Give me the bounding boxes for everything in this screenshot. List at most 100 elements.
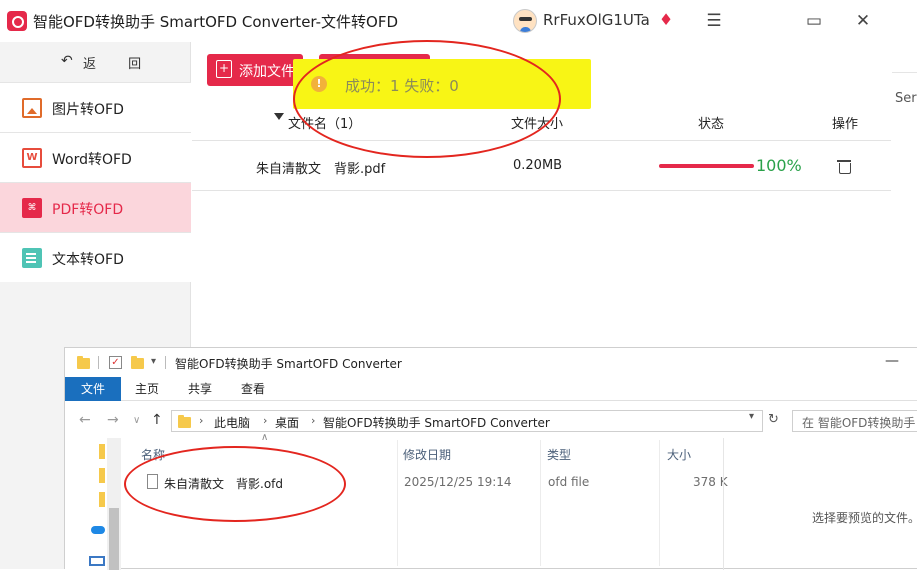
up-arrow-icon[interactable]: ↑ xyxy=(151,412,163,428)
sidebar-item-label: Word转OFD xyxy=(52,152,132,168)
explorer-ribbon: 文件 主页 共享 查看 xyxy=(65,377,917,401)
col-size-label: 大小 xyxy=(667,448,692,462)
file-name: 朱自清散文 背影.ofd xyxy=(164,477,283,491)
sidebar-item-word-to-ofd[interactable]: W Word转OFD xyxy=(0,132,191,182)
explorer-title-bar: ✓ ▾ 智能OFD转换助手 SmartOFD Converter — xyxy=(65,348,917,376)
chevron-right-icon: › xyxy=(263,414,268,427)
nav-scrollbar-thumb[interactable] xyxy=(109,508,119,570)
back-arrow-icon: ↶ xyxy=(61,53,73,69)
sort-down-icon[interactable] xyxy=(274,113,284,120)
username[interactable]: RrFuxOlG1UTa xyxy=(543,11,650,29)
row-size: 0.20MB xyxy=(513,158,563,173)
sidebar-item-label: 图片转OFD xyxy=(52,102,124,118)
col-type-label: 类型 xyxy=(547,448,572,462)
preview-placeholder-text: 选择要预览的文件。 xyxy=(812,511,917,525)
add-file-icon: + xyxy=(216,60,232,78)
table-row[interactable]: 朱自清散文 背影.pdf 0.20MB 100% xyxy=(192,142,891,191)
search-input[interactable]: 在 智能OFD转换助手 ... xyxy=(792,410,917,432)
properties-check-icon[interactable]: ✓ xyxy=(109,356,122,369)
file-type: ofd file xyxy=(548,475,590,489)
recent-dropdown-icon[interactable]: ∨ xyxy=(133,415,140,426)
trash-icon[interactable] xyxy=(837,158,851,174)
sidebar-item-image-to-ofd[interactable]: 图片转OFD xyxy=(0,82,191,132)
toast-text: 成功：1 失败：0 xyxy=(345,77,459,95)
ribbon-tab-home[interactable]: 主页 xyxy=(135,377,159,401)
col-header-size[interactable]: 大小 xyxy=(667,438,723,468)
file-row[interactable]: 朱自清散文 背影.ofd 2025/12/25 19:14 ofd file 3… xyxy=(121,474,728,494)
image-icon xyxy=(22,98,42,118)
forward-arrow-icon[interactable]: → xyxy=(107,412,119,428)
table-header: 文件名（1） 文件大小 状态 操作 xyxy=(192,108,891,141)
quick-access-dropdown-icon[interactable]: ▾ xyxy=(151,356,156,367)
file-explorer-window: ✓ ▾ 智能OFD转换助手 SmartOFD Converter — 文件 主页… xyxy=(64,347,917,570)
onedrive-cloud-icon[interactable] xyxy=(91,526,105,534)
preview-pane: 选择要预览的文件。 xyxy=(723,438,917,570)
app-title: 智能OFD转换助手 SmartOFD Converter-文件转OFD xyxy=(33,13,399,31)
col-filename[interactable]: 文件名（1） xyxy=(288,113,361,132)
menu-icon[interactable]: ☰ xyxy=(703,10,725,32)
app-logo-icon xyxy=(7,11,27,31)
chevron-right-icon: › xyxy=(199,414,204,427)
col-status: 状态 xyxy=(698,117,725,132)
user-avatar[interactable] xyxy=(513,9,537,33)
vip-diamond-icon[interactable]: ♦ xyxy=(656,10,676,30)
app-window: 智能OFD转换助手 SmartOFD Converter-文件转OFD RrFu… xyxy=(0,0,917,570)
maximize-icon[interactable]: ▭ xyxy=(803,10,825,32)
address-bar[interactable]: › 此电脑 › 桌面 › 智能OFD转换助手 SmartOFD Converte… xyxy=(171,410,763,432)
breadcrumb-folder[interactable]: 智能OFD转换助手 SmartOFD Converter xyxy=(323,414,550,431)
column-divider xyxy=(659,440,660,566)
col-header-name[interactable]: 名称 xyxy=(141,438,397,468)
file-document-icon xyxy=(147,474,158,489)
progress-label: 100% xyxy=(756,156,802,175)
address-bar-row: ← → ∨ ↑ › 此电脑 › 桌面 › 智能OFD转换助手 SmartOFD … xyxy=(65,408,917,434)
ribbon-tab-view[interactable]: 查看 xyxy=(241,377,265,401)
col-header-modified[interactable]: 修改日期 xyxy=(403,438,541,468)
sidebar-item-label: PDF转OFD xyxy=(52,202,124,218)
result-toast: ! 成功：1 失败：0 xyxy=(293,59,591,109)
folder-icon xyxy=(178,415,191,428)
folder-icon[interactable] xyxy=(99,444,105,459)
add-file-label: 添加文件 xyxy=(239,64,295,80)
word-icon: W xyxy=(22,148,42,168)
folder-icon xyxy=(77,356,90,369)
back-button[interactable]: ↶ 返 回 xyxy=(0,42,191,82)
explorer-title: 智能OFD转换助手 SmartOFD Converter xyxy=(175,357,402,371)
chevron-right-icon: › xyxy=(311,414,316,427)
sidebar-item-pdf-to-ofd[interactable]: ⌘ PDF转OFD xyxy=(0,182,191,232)
col-name-label: 名称 xyxy=(141,448,166,462)
folder-icon[interactable] xyxy=(99,492,105,507)
col-actions: 操作 xyxy=(832,117,859,132)
back-arrow-icon[interactable]: ← xyxy=(79,412,91,428)
column-divider xyxy=(540,440,541,566)
breadcrumb-this-pc[interactable]: 此电脑 xyxy=(214,414,250,431)
col-size: 文件大小 xyxy=(511,117,564,132)
address-dropdown-icon[interactable]: ▾ xyxy=(749,411,754,422)
col-header-type[interactable]: 类型 xyxy=(547,438,659,468)
add-file-button[interactable]: + 添加文件 xyxy=(207,54,303,86)
new-folder-icon[interactable] xyxy=(131,356,144,369)
divider xyxy=(165,356,166,369)
explorer-minimize-icon[interactable]: — xyxy=(885,353,899,369)
clipped-toolbar-text: Ser xyxy=(892,72,917,112)
breadcrumb-desktop[interactable]: 桌面 xyxy=(275,414,299,431)
back-label: 返 回 xyxy=(83,57,156,72)
refresh-icon[interactable]: ↻ xyxy=(768,412,779,427)
folder-icon[interactable] xyxy=(99,468,105,483)
ribbon-tab-file[interactable]: 文件 xyxy=(65,377,121,401)
sidebar-nav: 图片转OFD W Word转OFD ⌘ PDF转OFD 文本转OFD xyxy=(0,82,191,282)
file-modified: 2025/12/25 19:14 xyxy=(404,475,512,489)
close-icon[interactable]: ✕ xyxy=(852,10,874,32)
column-divider xyxy=(397,440,398,566)
pdf-icon: ⌘ xyxy=(22,198,42,218)
warning-icon: ! xyxy=(311,76,327,92)
ribbon-tab-share[interactable]: 共享 xyxy=(188,377,212,401)
row-filename: 朱自清散文 背影.pdf xyxy=(256,162,386,177)
sidebar-item-text-to-ofd[interactable]: 文本转OFD xyxy=(0,232,191,282)
navigation-pane xyxy=(65,438,121,570)
sidebar-item-label: 文本转OFD xyxy=(52,252,124,268)
file-list: ∧ 名称 修改日期 类型 大小 朱自清散文 背影.ofd 2025/12/25 … xyxy=(121,432,728,570)
progress-bar xyxy=(659,164,754,168)
title-bar: 智能OFD转换助手 SmartOFD Converter-文件转OFD RrFu… xyxy=(0,0,917,42)
col-modified-label: 修改日期 xyxy=(403,448,452,462)
this-pc-icon[interactable] xyxy=(89,556,105,566)
